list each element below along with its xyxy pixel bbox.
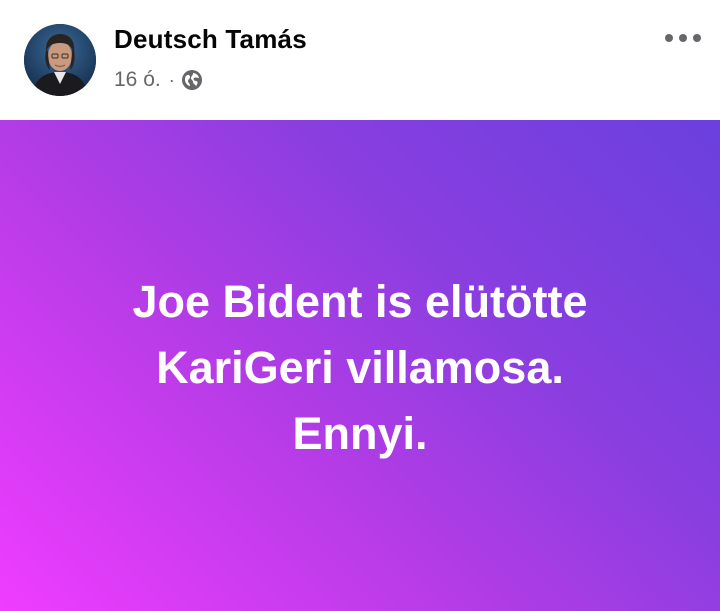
meta-separator: · [168,69,175,90]
author-name[interactable]: Deutsch Tamás [114,24,307,55]
globe-icon[interactable] [181,69,203,91]
more-options-button[interactable] [660,24,706,52]
post-timestamp[interactable]: 16 ó. [114,68,161,92]
post-text-line: Ennyi. [292,407,428,459]
facebook-post: Deutsch Tamás 16 ó. · Joe Bident is elüt… [0,0,720,611]
post-background: Joe Bident is elütötte KariGeri villamos… [0,120,720,611]
post-meta: 16 ó. · [114,66,203,94]
post-text: Joe Bident is elütötte KariGeri villamos… [40,269,680,467]
more-options-icon [665,34,701,42]
post-text-line: Joe Bident is elütötte [132,275,588,327]
post-header: Deutsch Tamás 16 ó. · [0,0,720,120]
post-text-line: KariGeri villamosa. [156,341,564,393]
avatar[interactable] [24,24,96,96]
avatar-image [24,24,96,96]
